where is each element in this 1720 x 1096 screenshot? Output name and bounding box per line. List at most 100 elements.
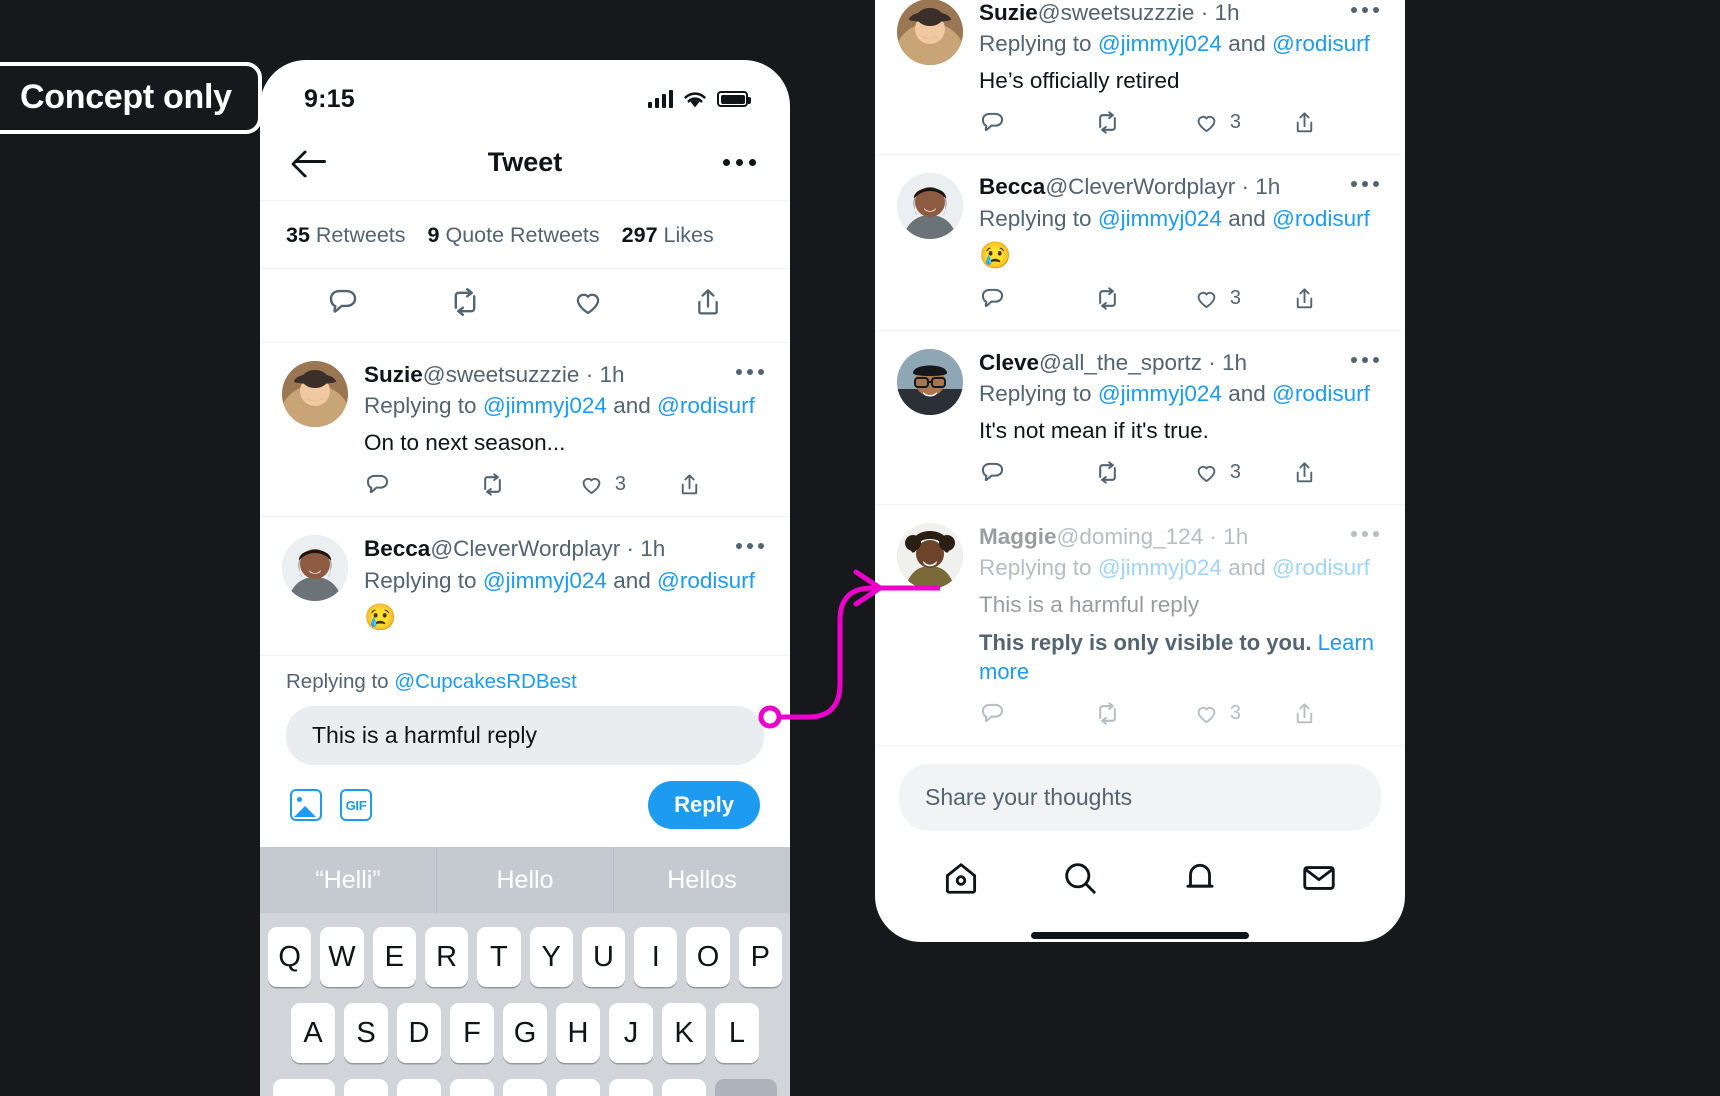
reply-icon[interactable]	[364, 471, 478, 498]
reply-icon[interactable]	[979, 109, 1093, 136]
stat-likes[interactable]: 297 Likes	[622, 223, 714, 248]
avatar[interactable]	[897, 0, 963, 65]
mention-link[interactable]: @jimmyj024	[483, 393, 607, 418]
key-t[interactable]: T	[477, 927, 521, 987]
avatar[interactable]	[282, 361, 348, 427]
key-n[interactable]: N	[609, 1079, 653, 1096]
key-z[interactable]: Z	[344, 1079, 388, 1096]
key-c[interactable]: C	[450, 1079, 494, 1096]
reply-button[interactable]: Reply	[648, 781, 760, 829]
key-f[interactable]: F	[450, 1003, 494, 1063]
key-r[interactable]: R	[424, 927, 469, 987]
key-b[interactable]: B	[556, 1079, 600, 1096]
share-icon[interactable]	[677, 471, 752, 498]
reply-icon[interactable]	[979, 700, 1093, 727]
gif-icon[interactable]: GIF	[340, 789, 372, 821]
mention-link[interactable]: @rodisurf	[1272, 206, 1370, 231]
like-icon[interactable]: 3	[1193, 286, 1292, 311]
reply-input[interactable]: This is a harmful reply	[286, 706, 764, 765]
retweet-icon[interactable]	[1093, 109, 1192, 136]
more-horizontal-icon[interactable]	[723, 158, 756, 166]
search-icon[interactable]	[1061, 859, 1099, 902]
key-h[interactable]: H	[556, 1003, 600, 1063]
key-m[interactable]: M	[662, 1079, 706, 1096]
key-o[interactable]: O	[686, 927, 730, 987]
retweet-icon[interactable]	[478, 471, 577, 498]
mention-link[interactable]: @jimmyj024	[1098, 555, 1222, 580]
tweet-reply-item-hidden[interactable]: Maggie@doming_124 · 1h Replying to @jimm…	[875, 505, 1405, 746]
tweet-reply-item[interactable]: Becca@CleverWordplayr · 1h Replying to @…	[260, 517, 790, 638]
tweet-reply-item[interactable]: Suzie@sweetsuzzzie · 1h Replying to @jim…	[875, 0, 1405, 154]
avatar[interactable]	[282, 535, 348, 602]
share-icon[interactable]	[1292, 700, 1367, 727]
mention-link[interactable]: @rodisurf	[1272, 381, 1370, 406]
shift-icon[interactable]	[273, 1079, 335, 1096]
retweet-icon[interactable]	[1093, 700, 1192, 727]
key-d[interactable]: D	[397, 1003, 441, 1063]
more-horizontal-icon[interactable]	[736, 543, 764, 550]
more-horizontal-icon[interactable]	[1351, 356, 1379, 363]
more-horizontal-icon[interactable]	[1351, 530, 1379, 537]
tweet-reply-item[interactable]: Becca@CleverWordplayr · 1h Replying to @…	[875, 155, 1405, 329]
more-horizontal-icon[interactable]	[736, 369, 764, 375]
avatar[interactable]	[897, 522, 963, 589]
key-q[interactable]: Q	[268, 927, 312, 987]
like-icon[interactable]: 3	[1193, 110, 1292, 135]
mention-link[interactable]: @rodisurf	[657, 568, 755, 593]
key-u[interactable]: U	[581, 927, 626, 987]
tweet-reply-item[interactable]: Suzie@sweetsuzzzie · 1h Replying to @jim…	[260, 343, 790, 516]
like-icon[interactable]: 3	[578, 472, 677, 497]
reply-icon[interactable]	[326, 285, 360, 324]
retweet-icon[interactable]	[447, 285, 483, 324]
stat-quote-retweets[interactable]: 9 Quote Retweets	[428, 223, 600, 248]
reply-icon[interactable]	[979, 459, 1093, 486]
more-horizontal-icon[interactable]	[1351, 7, 1379, 13]
suggestion-2[interactable]: Hello	[437, 847, 614, 913]
mention-link[interactable]: @jimmyj024	[483, 568, 607, 593]
key-y[interactable]: Y	[529, 927, 573, 987]
key-x[interactable]: X	[397, 1079, 441, 1096]
mention-link[interactable]: @jimmyj024	[1098, 206, 1222, 231]
mention-link[interactable]: @rodisurf	[657, 393, 755, 418]
mention-link[interactable]: @jimmyj024	[1098, 381, 1222, 406]
reply-icon[interactable]	[979, 285, 1093, 312]
key-w[interactable]: W	[320, 927, 364, 987]
home-icon[interactable]	[942, 859, 980, 902]
key-i[interactable]: I	[634, 927, 678, 987]
image-icon[interactable]	[290, 789, 322, 821]
mention-link[interactable]: @CupcakesRDBest	[394, 670, 577, 693]
avatar[interactable]	[897, 173, 963, 240]
key-k[interactable]: K	[662, 1003, 706, 1063]
key-p[interactable]: P	[738, 927, 782, 987]
retweet-icon[interactable]	[1093, 459, 1192, 486]
more-horizontal-icon[interactable]	[1351, 181, 1379, 188]
key-l[interactable]: L	[715, 1003, 759, 1063]
suggestion-3[interactable]: Hellos	[614, 847, 790, 913]
like-icon[interactable]: 3	[1193, 460, 1292, 485]
arrow-left-icon[interactable]	[294, 149, 328, 175]
mention-link[interactable]: @rodisurf	[1272, 555, 1370, 580]
avatar[interactable]	[897, 348, 963, 415]
share-icon[interactable]	[692, 285, 724, 324]
bell-icon[interactable]	[1181, 859, 1219, 902]
mention-link[interactable]: @jimmyj024	[1098, 31, 1222, 56]
stat-retweets[interactable]: 35 Retweets	[286, 223, 406, 248]
key-v[interactable]: V	[503, 1079, 547, 1096]
mention-link[interactable]: @rodisurf	[1272, 31, 1370, 56]
retweet-icon[interactable]	[1093, 285, 1192, 312]
share-icon[interactable]	[1292, 459, 1367, 486]
key-g[interactable]: G	[503, 1003, 547, 1063]
share-thoughts-input[interactable]: Share your thoughts	[899, 764, 1381, 832]
like-icon[interactable]: 3	[1193, 701, 1292, 726]
key-s[interactable]: S	[344, 1003, 388, 1063]
tweet-reply-item[interactable]: Cleve@all_the_sportz · 1h Replying to @j…	[875, 331, 1405, 504]
key-e[interactable]: E	[372, 927, 416, 987]
backspace-icon[interactable]	[715, 1079, 777, 1096]
like-icon[interactable]	[571, 286, 605, 323]
share-icon[interactable]	[1292, 109, 1367, 136]
suggestion-1[interactable]: “Helli”	[260, 847, 437, 913]
key-j[interactable]: J	[609, 1003, 653, 1063]
share-icon[interactable]	[1292, 285, 1367, 312]
key-a[interactable]: A	[291, 1003, 335, 1063]
mail-icon[interactable]	[1300, 859, 1338, 902]
